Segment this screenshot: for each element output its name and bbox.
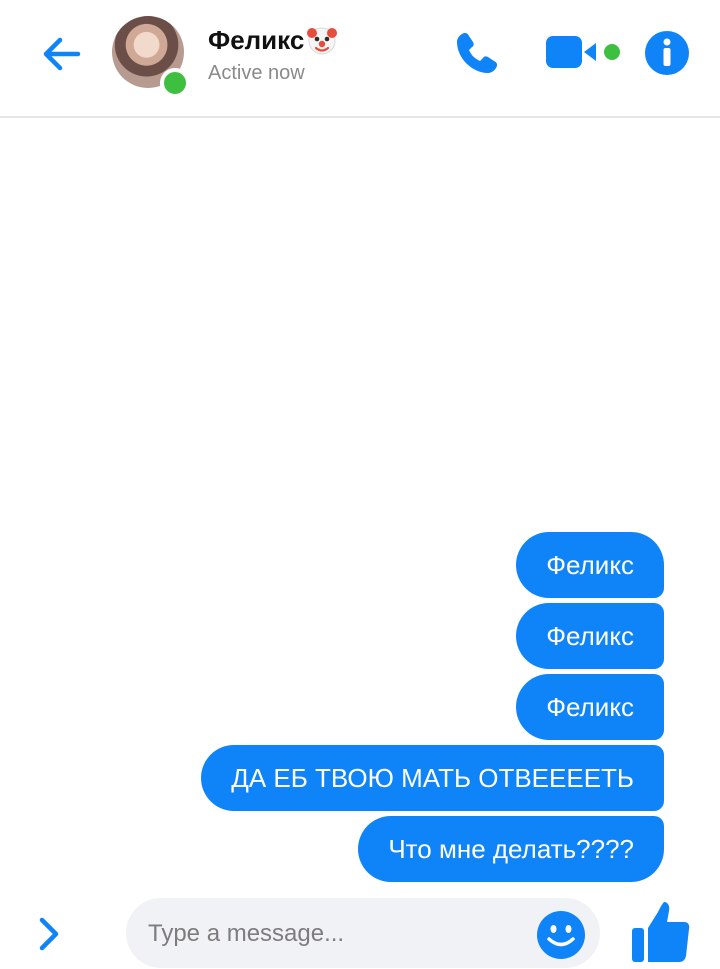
online-indicator: [160, 68, 190, 98]
message-bubble[interactable]: Феликс: [516, 603, 664, 669]
info-icon: [645, 31, 689, 75]
message-list: Феликс Феликс Феликс ДА ЕБ ТВОЮ МАТЬ ОТВ…: [201, 532, 664, 882]
voice-call-button[interactable]: [452, 28, 502, 78]
chat-header: Феликс Active now: [0, 0, 720, 118]
back-arrow-icon: [43, 37, 81, 71]
message-bubble[interactable]: Феликс: [516, 532, 664, 598]
contact-name: Феликс: [208, 24, 305, 55]
emoji-button[interactable]: [536, 910, 586, 960]
thumbs-up-icon: [632, 902, 690, 962]
smiley-icon: [537, 911, 585, 959]
contact-name-row[interactable]: Феликс: [208, 24, 338, 56]
chevron-right-icon: [39, 917, 59, 951]
message-bubble[interactable]: ДА ЕБ ТВОЮ МАТЬ ОТВЕЕЕЕТЬ: [201, 745, 664, 811]
phone-icon: [457, 33, 497, 73]
message-input-placeholder: Type a message...: [148, 920, 345, 947]
info-button[interactable]: [644, 30, 690, 76]
message-input[interactable]: Type a message...: [126, 898, 600, 968]
like-button[interactable]: [628, 898, 694, 964]
video-call-button[interactable]: [544, 32, 628, 72]
more-actions-button[interactable]: [36, 914, 64, 954]
presence-status: Active now: [208, 62, 305, 84]
clown-face-icon: [307, 27, 338, 55]
video-camera-icon: [546, 36, 620, 68]
message-bubble[interactable]: Что мне делать????: [358, 816, 664, 882]
message-bubble[interactable]: Феликс: [516, 674, 664, 740]
message-composer: Type a message...: [0, 894, 720, 968]
back-button[interactable]: [38, 30, 86, 78]
